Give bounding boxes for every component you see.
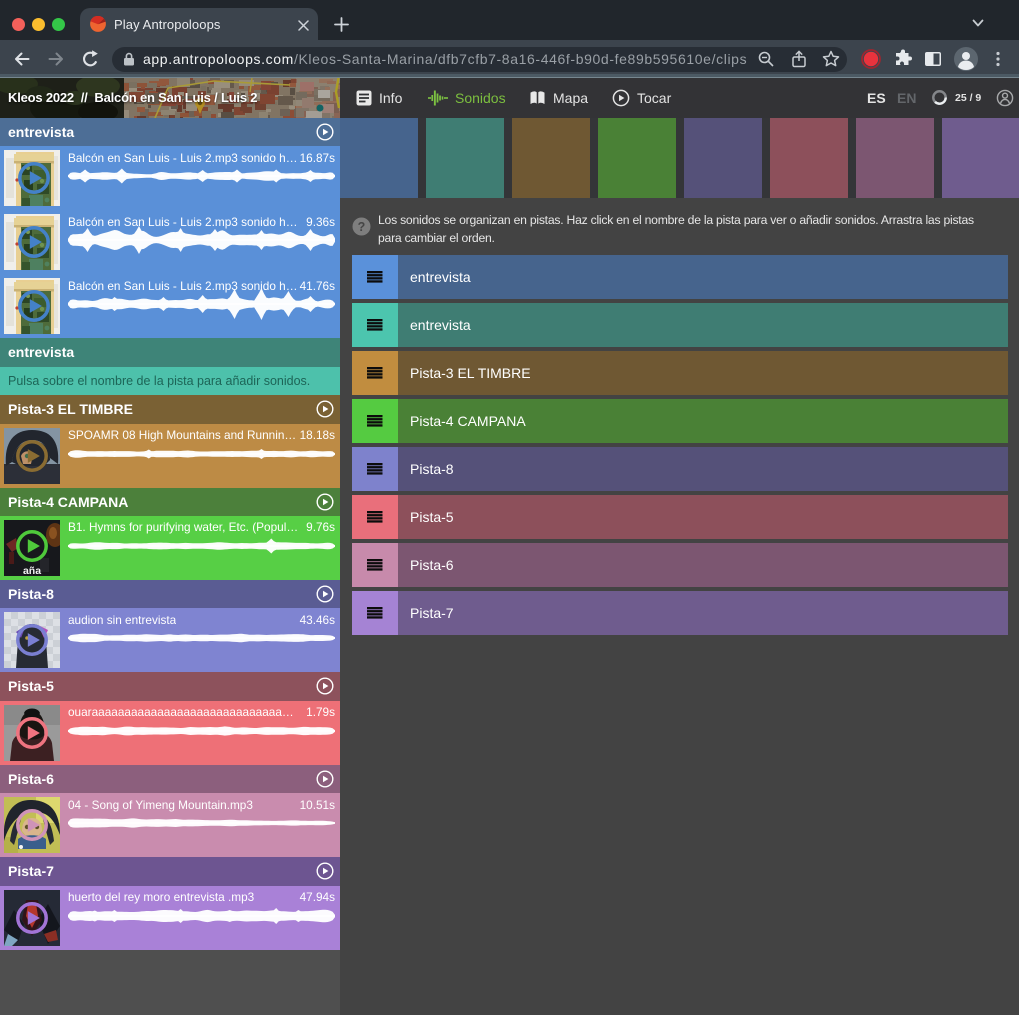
svg-text:aña: aña: [23, 565, 41, 576]
svg-text:?: ?: [358, 220, 366, 234]
